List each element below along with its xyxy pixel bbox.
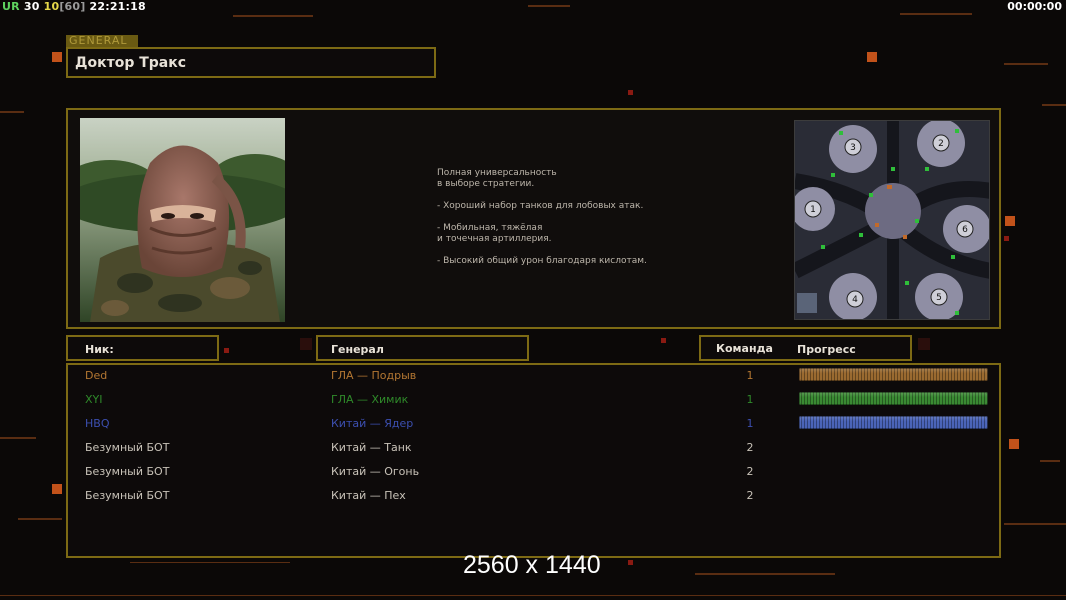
general-info-panel: Полная универсальность в выборе стратеги… bbox=[66, 108, 1001, 329]
player-general: ГЛА — Подрыв bbox=[331, 369, 417, 382]
start-position-2: 2 bbox=[938, 139, 944, 149]
player-nick: Безумный БОТ bbox=[85, 489, 170, 502]
player-row: Ded ГЛА — Подрыв 1 bbox=[68, 365, 999, 389]
player-row: Безумный БОТ Китай — Пех 2 bbox=[68, 485, 999, 509]
title-panel: Доктор Тракс bbox=[66, 47, 436, 78]
players-list: Ded ГЛА — Подрыв 1 XYI ГЛА — Химик 1 HBQ Китай … bbox=[66, 363, 1001, 558]
game-timer: 00:00:00 bbox=[1007, 0, 1062, 13]
start-position-6: 6 bbox=[962, 225, 968, 235]
player-row: HBQ Китай — Ядер 1 bbox=[68, 413, 999, 437]
column-header-team-progress: Команда Прогресс bbox=[699, 335, 912, 361]
general-tag: GENERAL bbox=[66, 35, 138, 47]
column-team-label: Команда bbox=[716, 342, 773, 355]
player-nick: Ded bbox=[85, 369, 108, 382]
fps-cap: [60] bbox=[59, 0, 86, 13]
column-progress-label: Прогресс bbox=[797, 343, 856, 356]
player-row: XYI ГЛА — Химик 1 bbox=[68, 389, 999, 413]
fps-value: 10 bbox=[43, 0, 60, 13]
hud-stats: UR 30 10[60] 22:21:18 bbox=[2, 0, 146, 13]
ur-label: UR bbox=[2, 0, 20, 13]
player-progress-bar bbox=[799, 392, 988, 405]
start-position-4: 4 bbox=[852, 295, 858, 305]
column-header-nick: Ник: bbox=[66, 335, 219, 361]
player-team: 2 bbox=[746, 441, 754, 454]
player-general: Китай — Танк bbox=[331, 441, 412, 454]
player-general: Китай — Огонь bbox=[331, 465, 420, 478]
column-header-general: Генерал bbox=[316, 335, 529, 361]
player-team: 1 bbox=[746, 417, 754, 430]
clock: 22:21:18 bbox=[89, 0, 146, 13]
player-general: ГЛА — Химик bbox=[331, 393, 409, 406]
player-nick: Безумный БОТ bbox=[85, 441, 170, 454]
ur-value: 30 bbox=[23, 0, 40, 13]
player-progress-bar bbox=[799, 368, 988, 381]
general-name: Доктор Тракс bbox=[75, 55, 187, 71]
start-position-3: 3 bbox=[850, 143, 856, 153]
player-progress-bar bbox=[799, 416, 988, 429]
map-preview: 3 2 1 6 4 5 bbox=[794, 120, 990, 320]
player-general: Китай — Пех bbox=[331, 489, 406, 502]
player-nick: HBQ bbox=[85, 417, 110, 430]
player-team: 1 bbox=[746, 393, 754, 406]
column-general-label: Генерал bbox=[331, 343, 384, 356]
player-row: Безумный БОТ Китай — Огонь 2 bbox=[68, 461, 999, 485]
general-portrait bbox=[80, 118, 285, 322]
start-position-5: 5 bbox=[936, 293, 942, 303]
player-general: Китай — Ядер bbox=[331, 417, 414, 430]
player-nick: XYI bbox=[85, 393, 103, 406]
player-team: 2 bbox=[746, 465, 754, 478]
player-nick: Безумный БОТ bbox=[85, 465, 170, 478]
player-team: 2 bbox=[746, 489, 754, 502]
start-position-1: 1 bbox=[810, 205, 816, 215]
column-nick-label: Ник: bbox=[85, 343, 114, 356]
player-team: 1 bbox=[746, 369, 754, 382]
resolution-watermark: 2560 x 1440 bbox=[463, 551, 601, 579]
general-description: Полная универсальность в выборе стратеги… bbox=[437, 168, 647, 266]
player-row: Безумный БОТ Китай — Танк 2 bbox=[68, 437, 999, 461]
